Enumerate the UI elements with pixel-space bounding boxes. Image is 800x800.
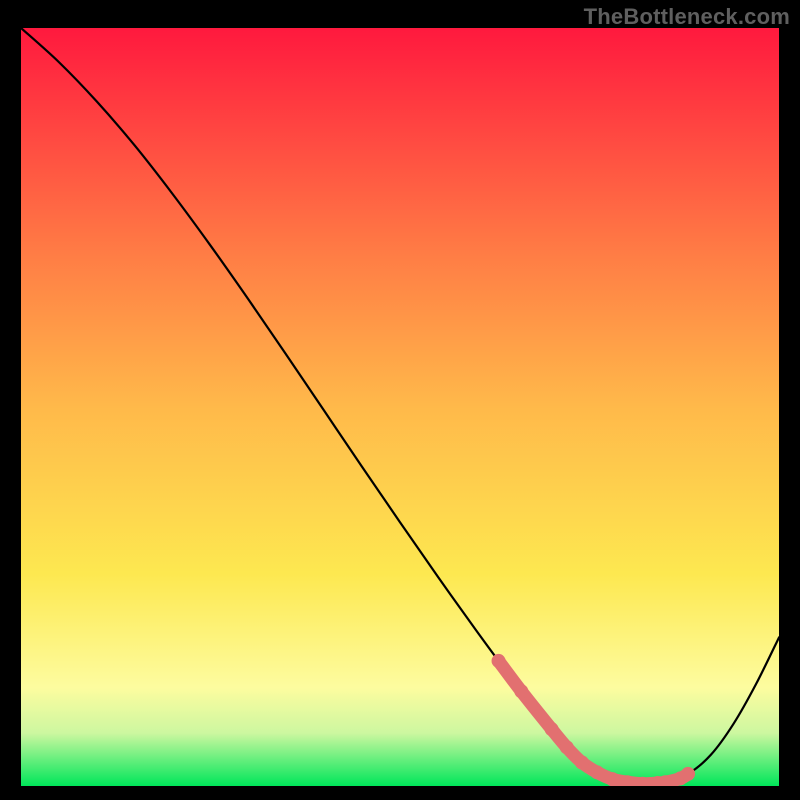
chart-background-gradient (21, 28, 779, 786)
highlight-dot (605, 772, 619, 786)
highlight-dot (514, 684, 528, 698)
highlight-dot (492, 654, 506, 668)
attribution-text: TheBottleneck.com (584, 4, 790, 30)
highlight-dot (545, 722, 559, 736)
highlight-dot (560, 740, 574, 754)
highlight-dot (681, 767, 695, 781)
chart-container (21, 28, 779, 786)
highlight-dot (590, 765, 604, 779)
bottleneck-chart (21, 28, 779, 786)
page-frame: TheBottleneck.com (0, 0, 800, 800)
highlight-dot (575, 756, 589, 770)
